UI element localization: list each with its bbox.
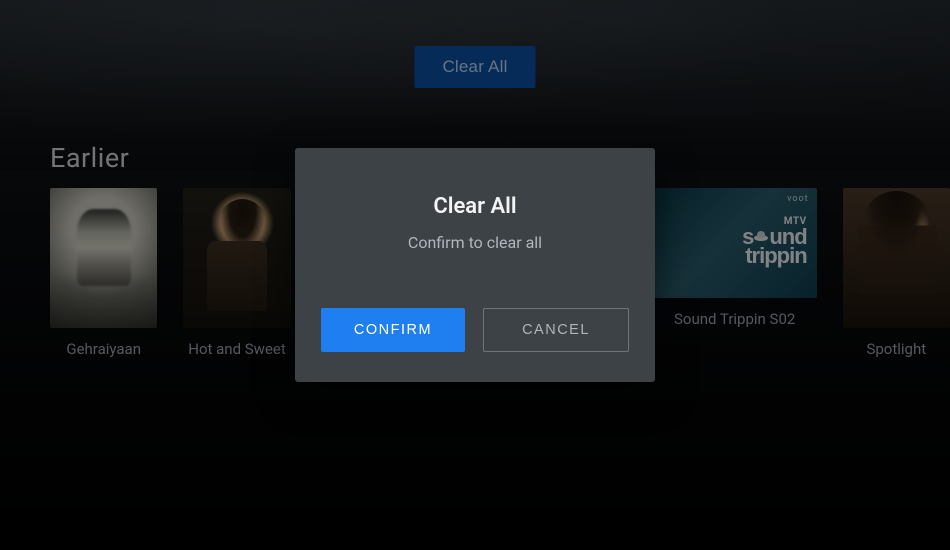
dialog-actions: CONFIRM CANCEL [321, 308, 629, 352]
app-root: Clear All Earlier Gehraiyaan Hot and Swe… [0, 0, 950, 550]
cancel-button[interactable]: CANCEL [483, 308, 629, 352]
dialog-title: Clear All [321, 194, 629, 219]
clear-all-dialog: Clear All Confirm to clear all CONFIRM C… [295, 148, 655, 382]
confirm-button[interactable]: CONFIRM [321, 308, 465, 352]
dialog-message: Confirm to clear all [321, 233, 629, 252]
